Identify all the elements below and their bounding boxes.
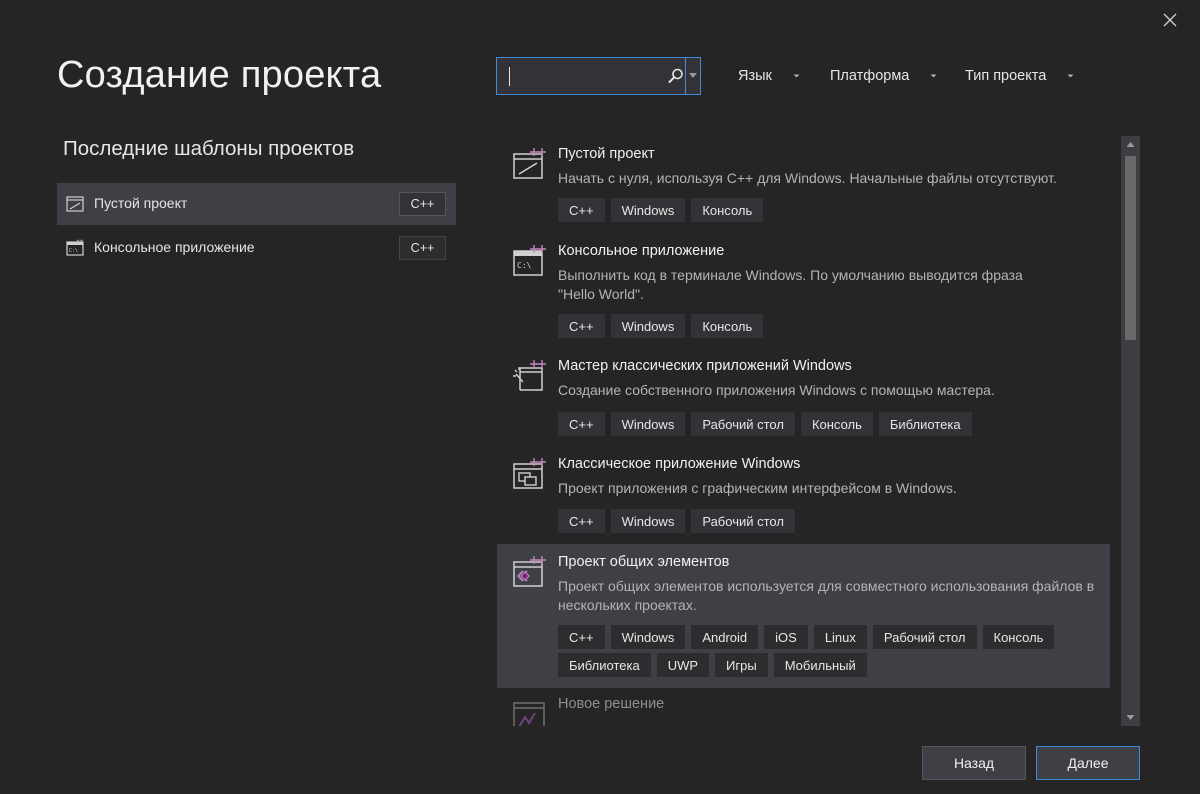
template-title: Новое решение <box>558 696 665 712</box>
template-item-console-app[interactable]: C:\ Консольное приложение Выполнить код … <box>497 233 1110 347</box>
template-item-shared-items[interactable]: Проект общих элементов Проект общих элем… <box>497 544 1110 688</box>
tag: Библиотека <box>558 653 651 677</box>
chevron-down-icon <box>1067 74 1074 78</box>
template-description: Проект общих элементов используется для … <box>558 578 1095 613</box>
search-history-dropdown[interactable] <box>685 58 700 94</box>
new-solution-icon <box>513 702 545 726</box>
template-title: Консольное приложение <box>558 243 725 259</box>
chevron-down-icon <box>1126 715 1135 720</box>
tag: C++ <box>558 198 605 222</box>
tag: Android <box>691 625 759 649</box>
tag: Библиотека <box>878 412 972 436</box>
filter-platform-label: Платформа <box>830 68 910 84</box>
tag: C++ <box>558 509 605 533</box>
tag: Консоль <box>691 198 764 222</box>
template-tags: C++ Windows Рабочий стол <box>558 509 1103 533</box>
tag: Windows <box>610 314 686 338</box>
template-description: Начать с нуля, используя C++ для Windows… <box>558 170 1057 186</box>
tag: C++ <box>558 625 605 649</box>
svg-text:C:\: C:\ <box>517 261 532 270</box>
template-item-new-solution[interactable]: Новое решение <box>497 689 1110 726</box>
language-tag: C++ <box>399 236 446 260</box>
language-tag: C++ <box>399 192 446 216</box>
tag: iOS <box>764 625 808 649</box>
tag: Windows <box>610 198 686 222</box>
desktop-wizard-icon <box>513 360 546 391</box>
filter-project-type-dropdown[interactable]: Тип проекта <box>965 64 1075 88</box>
tag: Windows <box>610 509 686 533</box>
tag: Windows <box>610 412 686 436</box>
tag: Мобильный <box>773 653 867 677</box>
template-item-desktop-app[interactable]: Классическое приложение Windows Проект п… <box>497 446 1110 542</box>
tag: Рабочий стол <box>872 625 977 649</box>
template-item-desktop-wizard[interactable]: Мастер классических приложений Windows С… <box>497 348 1110 444</box>
tag: UWP <box>656 653 710 677</box>
empty-project-icon <box>513 148 546 179</box>
shared-items-icon <box>513 556 546 587</box>
tag: Windows <box>610 625 686 649</box>
next-button[interactable]: Далее <box>1036 746 1140 780</box>
tag: Консоль <box>691 314 764 338</box>
close-button[interactable] <box>1156 6 1184 34</box>
template-description: Выполнить код в терминале Windows. По ум… <box>558 267 1023 302</box>
template-description: Проект приложения с графическим интерфей… <box>558 480 957 496</box>
text-caret <box>509 67 510 86</box>
template-title: Мастер классических приложений Windows <box>558 358 852 374</box>
tag: Игры <box>715 653 768 677</box>
filter-language-label: Язык <box>738 68 772 84</box>
tag: C++ <box>558 412 605 436</box>
tag: Консоль <box>800 412 873 436</box>
template-list-scrollbar[interactable] <box>1121 136 1140 726</box>
console-app-icon: C:\ <box>66 239 84 256</box>
recent-item-empty-project[interactable]: Пустой проект C++ <box>57 183 456 225</box>
recent-item-label: Консольное приложение <box>94 239 255 255</box>
template-tags: C++ Windows Рабочий стол Консоль Библиот… <box>558 412 1103 436</box>
template-tags: C++ Windows Консоль <box>558 314 1103 338</box>
chevron-down-icon <box>793 74 800 78</box>
filter-platform-dropdown[interactable]: Платформа <box>830 64 938 88</box>
tag: C++ <box>558 314 605 338</box>
desktop-app-icon <box>513 458 546 489</box>
template-tags: C++ Windows Android iOS Linux Рабочий ст… <box>558 625 1103 677</box>
search-box[interactable] <box>496 57 701 95</box>
tag: Рабочий стол <box>691 412 795 436</box>
template-tags: C++ Windows Консоль <box>558 198 1103 222</box>
scroll-up-button[interactable] <box>1121 136 1140 154</box>
chevron-up-icon <box>1126 142 1135 147</box>
chevron-down-icon <box>689 73 697 78</box>
template-item-empty-project[interactable]: Пустой проект Начать с нуля, используя C… <box>497 136 1110 232</box>
empty-project-icon <box>66 196 84 212</box>
search-icon[interactable] <box>667 67 685 85</box>
template-title: Пустой проект <box>558 146 655 162</box>
recent-templates-title: Последние шаблоны проектов <box>63 137 355 160</box>
recent-item-label: Пустой проект <box>94 195 188 211</box>
page-title: Создание проекта <box>57 54 382 96</box>
template-description: Создание собственного приложения Windows… <box>558 382 995 398</box>
scroll-down-button[interactable] <box>1121 708 1140 726</box>
template-list[interactable]: Пустой проект Начать с нуля, используя C… <box>497 136 1120 726</box>
chevron-down-icon <box>930 74 937 78</box>
tag: Рабочий стол <box>691 509 795 533</box>
filter-project-type-label: Тип проекта <box>965 68 1047 84</box>
filter-language-dropdown[interactable]: Язык <box>738 64 801 88</box>
tag: Linux <box>813 625 867 649</box>
recent-item-console-app[interactable]: C:\ Консольное приложение C++ <box>57 227 456 269</box>
tag: Консоль <box>982 625 1055 649</box>
scroll-thumb[interactable] <box>1125 156 1136 340</box>
back-button[interactable]: Назад <box>922 746 1026 780</box>
template-title: Классическое приложение Windows <box>558 456 801 472</box>
svg-text:C:\: C:\ <box>69 248 78 254</box>
close-icon <box>1163 13 1177 27</box>
template-title: Проект общих элементов <box>558 554 730 570</box>
console-app-icon: C:\ <box>513 245 546 276</box>
search-input[interactable] <box>497 58 665 94</box>
